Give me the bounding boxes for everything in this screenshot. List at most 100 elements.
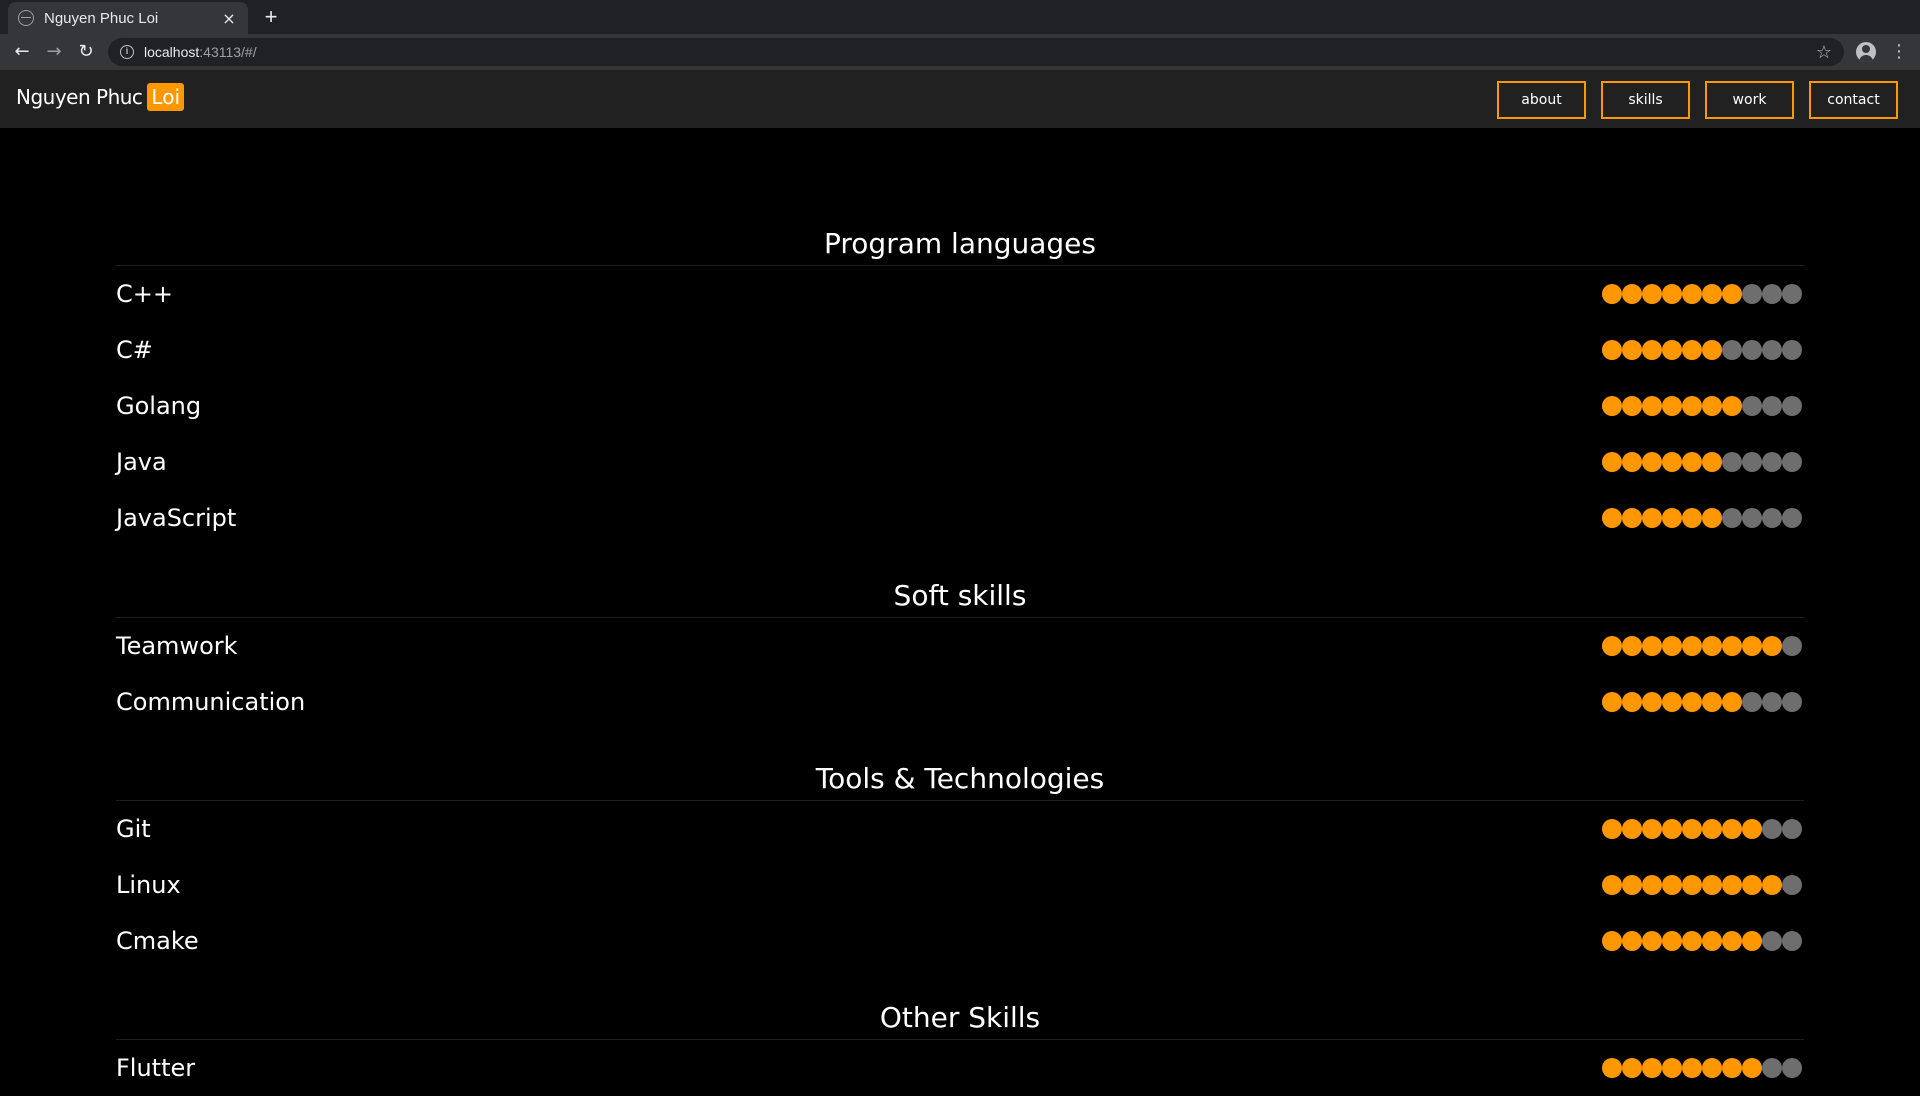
rating-dot-empty: [1762, 692, 1782, 712]
skill-rating: [1602, 1058, 1802, 1078]
section-title: Soft skills: [116, 574, 1804, 618]
rating-dot-filled: [1662, 636, 1682, 656]
rating-dot-filled: [1702, 931, 1722, 951]
rating-dot-filled: [1662, 875, 1682, 895]
address-bar[interactable]: i localhost:43113/#/ ☆: [108, 38, 1844, 66]
skill-name: C#: [116, 336, 153, 364]
skill-section: Program languages C++ C# Golang Java JavaScri…: [116, 222, 1804, 546]
rating-dot-empty: [1762, 819, 1782, 839]
rating-dot-filled: [1662, 396, 1682, 416]
rating-dot-filled: [1662, 692, 1682, 712]
browser-tab[interactable]: Nguyen Phuc Loi ×: [8, 2, 248, 34]
skill-rating: [1602, 875, 1802, 895]
rating-dot-empty: [1782, 452, 1802, 472]
section-title: Other Skills: [116, 996, 1804, 1040]
rating-dot-empty: [1782, 819, 1802, 839]
reload-icon[interactable]: ↻: [74, 40, 98, 64]
rating-dot-filled: [1682, 875, 1702, 895]
rating-dot-empty: [1762, 396, 1782, 416]
skill-name: Golang: [116, 392, 202, 420]
rating-dot-filled: [1702, 452, 1722, 472]
rating-dot-empty: [1762, 1058, 1782, 1078]
skill-rating: [1602, 508, 1802, 528]
url-host: localhost: [144, 44, 200, 60]
rating-dot-filled: [1662, 284, 1682, 304]
rating-dot-empty: [1782, 396, 1802, 416]
rating-dot-filled: [1742, 819, 1762, 839]
rating-dot-empty: [1762, 284, 1782, 304]
nav-about-button[interactable]: about: [1497, 81, 1586, 119]
rating-dot-filled: [1602, 396, 1622, 416]
skill-row: Linux: [116, 857, 1804, 913]
bookmark-star-icon[interactable]: ☆: [1816, 42, 1832, 63]
rating-dot-filled: [1682, 819, 1702, 839]
nav-contact-button[interactable]: contact: [1809, 81, 1898, 119]
skill-rating: [1602, 819, 1802, 839]
rating-dot-filled: [1682, 931, 1702, 951]
rating-dot-filled: [1642, 284, 1662, 304]
rating-dot-filled: [1602, 636, 1622, 656]
rating-dot-empty: [1762, 452, 1782, 472]
rating-dot-empty: [1782, 284, 1802, 304]
nav-work-button[interactable]: work: [1705, 81, 1794, 119]
url-text[interactable]: localhost:43113/#/: [144, 44, 1816, 60]
skill-row: Java: [116, 434, 1804, 490]
profile-icon[interactable]: [1856, 42, 1876, 62]
rating-dot-empty: [1762, 931, 1782, 951]
rating-dot-empty: [1762, 340, 1782, 360]
skill-name: JavaScript: [116, 504, 237, 532]
skill-row: C#: [116, 322, 1804, 378]
skill-name: Flutter: [116, 1054, 196, 1082]
section-title: Program languages: [116, 222, 1804, 266]
rating-dot-filled: [1622, 396, 1642, 416]
forward-icon[interactable]: →: [42, 40, 66, 64]
rating-dot-empty: [1782, 340, 1802, 360]
skill-row: Communication: [116, 674, 1804, 730]
rating-dot-empty: [1742, 396, 1762, 416]
skill-row: Git: [116, 801, 1804, 857]
skill-rating: [1602, 396, 1802, 416]
rating-dot-filled: [1622, 636, 1642, 656]
browser-toolbar: ← → ↻ i localhost:43113/#/ ☆ ⋮: [0, 34, 1920, 70]
rating-dot-filled: [1602, 692, 1622, 712]
rating-dot-filled: [1642, 340, 1662, 360]
rating-dot-empty: [1782, 636, 1802, 656]
rating-dot-filled: [1682, 692, 1702, 712]
rating-dot-filled: [1602, 284, 1622, 304]
rating-dot-filled: [1602, 340, 1622, 360]
rating-dot-filled: [1702, 1058, 1722, 1078]
rating-dot-filled: [1622, 452, 1642, 472]
rating-dot-filled: [1682, 508, 1702, 528]
rating-dot-filled: [1682, 636, 1702, 656]
rating-dot-filled: [1642, 1058, 1662, 1078]
rating-dot-filled: [1662, 452, 1682, 472]
url-path: :43113/#/: [199, 44, 257, 60]
rating-dot-empty: [1742, 340, 1762, 360]
skill-name: Java: [116, 448, 167, 476]
rating-dot-empty: [1782, 931, 1802, 951]
skill-name: Cmake: [116, 927, 199, 955]
new-tab-button[interactable]: +: [258, 4, 284, 30]
rating-dot-empty: [1782, 875, 1802, 895]
rating-dot-filled: [1642, 819, 1662, 839]
rating-dot-empty: [1742, 284, 1762, 304]
rating-dot-filled: [1602, 875, 1622, 895]
globe-icon: [18, 10, 34, 26]
nav-skills-button[interactable]: skills: [1601, 81, 1690, 119]
rating-dot-empty: [1782, 1058, 1802, 1078]
skill-name: Teamwork: [116, 632, 238, 660]
rating-dot-filled: [1622, 819, 1642, 839]
browser-menu-icon[interactable]: ⋮: [1890, 40, 1908, 64]
rating-dot-filled: [1642, 931, 1662, 951]
info-icon[interactable]: i: [120, 45, 134, 59]
rating-dot-empty: [1742, 508, 1762, 528]
rating-dot-filled: [1722, 396, 1742, 416]
brand-logo[interactable]: Nguyen Phuc Loi: [16, 83, 185, 111]
rating-dot-filled: [1762, 636, 1782, 656]
browser-tabstrip: Nguyen Phuc Loi × +: [0, 0, 1920, 34]
skill-name: Communication: [116, 688, 306, 716]
close-tab-icon[interactable]: ×: [220, 9, 238, 28]
rating-dot-filled: [1742, 875, 1762, 895]
back-icon[interactable]: ←: [10, 40, 34, 64]
rating-dot-empty: [1722, 508, 1742, 528]
